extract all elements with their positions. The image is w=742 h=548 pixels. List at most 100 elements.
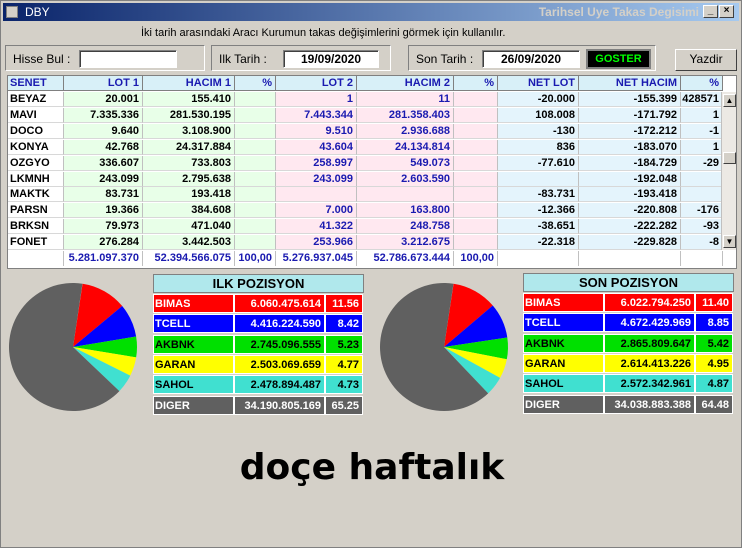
cell-hacim1[interactable]: 281.530.195: [143, 107, 235, 123]
cell-pct2[interactable]: [454, 139, 498, 155]
cell-hacim1[interactable]: 24.317.884: [143, 139, 235, 155]
cell-net-pct[interactable]: -93: [681, 219, 723, 235]
table-row[interactable]: MAKTK 83.731 193.418 -83.731 -193.418: [8, 187, 736, 203]
vertical-scrollbar[interactable]: ▲ ▼: [721, 92, 736, 250]
cell-senet[interactable]: BRKSN: [8, 219, 64, 235]
header-hacim2[interactable]: HACIM 2: [357, 76, 454, 91]
cell-net-pct[interactable]: 1: [681, 107, 723, 123]
cell-hacim1[interactable]: 3.108.900: [143, 123, 235, 139]
cell-pct1[interactable]: [235, 219, 276, 235]
cell-hacim2[interactable]: [357, 187, 454, 203]
table-row[interactable]: PARSN 19.366 384.608 7.000 163.800 -12.366 -22…: [8, 203, 736, 219]
search-input[interactable]: [79, 50, 177, 68]
cell-net-hacim[interactable]: -171.792: [579, 107, 681, 123]
cell-pct2[interactable]: [454, 107, 498, 123]
cell-net-pct[interactable]: 428571: [681, 92, 723, 107]
table-row[interactable]: LKMNH 243.099 2.795.638 243.099 2.603.590 -19…: [8, 171, 736, 187]
cell-senet[interactable]: FONET: [8, 235, 64, 251]
cell-lot1[interactable]: 276.284: [64, 235, 143, 251]
cell-net-lot[interactable]: 836: [498, 139, 579, 155]
header-senet[interactable]: SENET: [8, 76, 64, 91]
cell-lot2[interactable]: 7.443.344: [276, 107, 357, 123]
start-date-field[interactable]: 19/09/2020: [283, 50, 379, 68]
cell-net-lot[interactable]: -38.651: [498, 219, 579, 235]
cell-net-hacim[interactable]: -193.418: [579, 187, 681, 203]
table-row[interactable]: OZGYO 336.607 733.803 258.997 549.073 -77.610…: [8, 155, 736, 171]
cell-net-pct[interactable]: [681, 187, 723, 203]
title-bar[interactable]: DBY Tarihsel Uye Takas Degisimi _ ×: [3, 3, 739, 21]
cell-net-hacim[interactable]: -220.808: [579, 203, 681, 219]
table-row[interactable]: FONET 276.284 3.442.503 253.966 3.212.675 -22…: [8, 235, 736, 251]
cell-hacim2[interactable]: 549.073: [357, 155, 454, 171]
cell-hacim1[interactable]: 471.040: [143, 219, 235, 235]
table-row[interactable]: BEYAZ 20.001 155.410 1 11 -20.000 -155.399 4285…: [8, 92, 736, 107]
cell-pct1[interactable]: [235, 92, 276, 107]
app-icon[interactable]: [6, 6, 18, 18]
cell-net-lot[interactable]: -130: [498, 123, 579, 139]
cell-net-pct[interactable]: [681, 171, 723, 187]
cell-senet[interactable]: BEYAZ: [8, 92, 64, 107]
cell-lot1[interactable]: 20.001: [64, 92, 143, 107]
cell-net-pct[interactable]: 1: [681, 139, 723, 155]
cell-hacim2[interactable]: 163.800: [357, 203, 454, 219]
cell-lot1[interactable]: 7.335.336: [64, 107, 143, 123]
cell-net-hacim[interactable]: -183.070: [579, 139, 681, 155]
scroll-up-icon[interactable]: ▲: [723, 94, 736, 107]
table-row[interactable]: BRKSN 79.973 471.040 41.322 248.758 -38.651 -2…: [8, 219, 736, 235]
cell-pct1[interactable]: [235, 203, 276, 219]
cell-hacim2[interactable]: 24.134.814: [357, 139, 454, 155]
cell-net-hacim[interactable]: -192.048: [579, 171, 681, 187]
scroll-down-icon[interactable]: ▼: [723, 235, 736, 248]
cell-pct1[interactable]: [235, 187, 276, 203]
cell-net-hacim[interactable]: -172.212: [579, 123, 681, 139]
scroll-thumb[interactable]: [723, 152, 736, 164]
cell-hacim2[interactable]: 2.603.590: [357, 171, 454, 187]
minimize-button[interactable]: _: [703, 5, 718, 18]
cell-net-pct[interactable]: -29: [681, 155, 723, 171]
cell-net-lot[interactable]: -77.610: [498, 155, 579, 171]
cell-lot2[interactable]: 41.322: [276, 219, 357, 235]
cell-senet[interactable]: LKMNH: [8, 171, 64, 187]
cell-net-lot[interactable]: -83.731: [498, 187, 579, 203]
cell-net-lot[interactable]: [498, 171, 579, 187]
cell-pct1[interactable]: [235, 155, 276, 171]
cell-lot1[interactable]: 243.099: [64, 171, 143, 187]
header-lot2[interactable]: LOT 2: [276, 76, 357, 91]
header-hacim1[interactable]: HACIM 1: [143, 76, 235, 91]
header-net-pct[interactable]: %: [681, 76, 723, 91]
cell-net-lot[interactable]: -12.366: [498, 203, 579, 219]
header-pct1[interactable]: %: [235, 76, 276, 91]
cell-lot2[interactable]: 43.604: [276, 139, 357, 155]
cell-lot1[interactable]: 83.731: [64, 187, 143, 203]
cell-lot2[interactable]: 9.510: [276, 123, 357, 139]
cell-lot2[interactable]: 7.000: [276, 203, 357, 219]
cell-lot1[interactable]: 42.768: [64, 139, 143, 155]
cell-lot2[interactable]: 243.099: [276, 171, 357, 187]
cell-pct2[interactable]: [454, 123, 498, 139]
cell-senet[interactable]: MAVI: [8, 107, 64, 123]
cell-hacim2[interactable]: 11: [357, 92, 454, 107]
table-row[interactable]: KONYA 42.768 24.317.884 43.604 24.134.814 836…: [8, 139, 736, 155]
close-button[interactable]: ×: [719, 5, 734, 18]
cell-pct2[interactable]: [454, 92, 498, 107]
cell-senet[interactable]: PARSN: [8, 203, 64, 219]
cell-net-hacim[interactable]: -184.729: [579, 155, 681, 171]
cell-hacim1[interactable]: 2.795.638: [143, 171, 235, 187]
table-row[interactable]: MAVI 7.335.336 281.530.195 7.443.344 281.358…: [8, 107, 736, 123]
cell-pct2[interactable]: [454, 235, 498, 251]
cell-hacim2[interactable]: 2.936.688: [357, 123, 454, 139]
cell-hacim1[interactable]: 384.608: [143, 203, 235, 219]
table-row[interactable]: DOCO 9.640 3.108.900 9.510 2.936.688 -130 -172…: [8, 123, 736, 139]
cell-pct2[interactable]: [454, 203, 498, 219]
cell-net-hacim[interactable]: -229.828: [579, 235, 681, 251]
cell-lot1[interactable]: 9.640: [64, 123, 143, 139]
cell-senet[interactable]: DOCO: [8, 123, 64, 139]
cell-lot1[interactable]: 336.607: [64, 155, 143, 171]
cell-hacim1[interactable]: 3.442.503: [143, 235, 235, 251]
cell-net-lot[interactable]: -22.318: [498, 235, 579, 251]
cell-lot1[interactable]: 19.366: [64, 203, 143, 219]
cell-senet[interactable]: KONYA: [8, 139, 64, 155]
cell-lot1[interactable]: 79.973: [64, 219, 143, 235]
show-button[interactable]: GOSTER: [586, 49, 651, 69]
header-net-lot[interactable]: NET LOT: [498, 76, 579, 91]
